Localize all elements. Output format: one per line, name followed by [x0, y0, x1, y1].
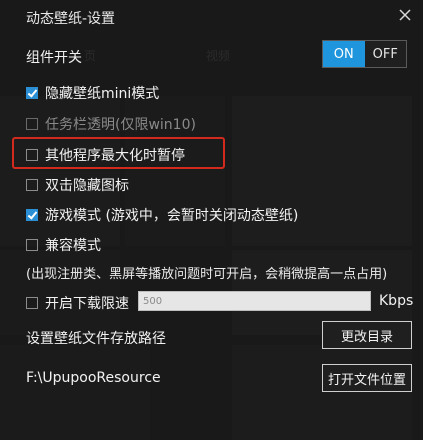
dialog-title: 动态壁纸-设置	[26, 11, 116, 27]
option-label: 游戏模式 (游戏中，会暂时关闭动态壁纸)	[45, 208, 299, 224]
storage-path-value: F:\UpupooResource	[26, 370, 161, 386]
toggle-off-button[interactable]: OFF	[364, 41, 406, 67]
option-game-mode[interactable]: 游戏模式 (游戏中，会暂时关闭动态壁纸)	[26, 205, 298, 225]
open-file-location-button[interactable]: 打开文件位置	[322, 364, 412, 392]
option-label: 任务栏透明(仅限win10)	[45, 117, 196, 133]
option-label: 兼容模式	[45, 238, 101, 254]
option-label: 其他程序最大化时暂停	[45, 148, 185, 164]
option-compatibility-mode[interactable]: 兼容模式	[26, 235, 101, 255]
change-directory-button[interactable]: 更改目录	[322, 321, 412, 349]
option-label: 隐藏壁纸mini模式	[45, 86, 160, 102]
toggle-on-button[interactable]: ON	[323, 41, 365, 67]
hide-mini-mode-checkbox[interactable]	[26, 87, 38, 99]
compatibility-note: (出现注册类、黑屏等播放问题时可开启，会稍微提高一点占用)	[26, 267, 388, 282]
pause-on-maximize-checkbox[interactable]	[26, 149, 38, 161]
storage-path-label: 设置壁纸文件存放路径	[26, 331, 166, 347]
download-limit-checkbox[interactable]	[26, 297, 38, 309]
option-hide-mini-mode[interactable]: 隐藏壁纸mini模式	[26, 83, 159, 103]
plugin-switch-toggle[interactable]: ON OFF	[322, 40, 407, 68]
settings-dialog: 视频 页 动态壁纸-设置 组件开关 ON OFF 隐藏壁纸mini模式 任务栏透…	[0, 0, 423, 440]
double-click-hide-icons-checkbox[interactable]	[26, 179, 38, 191]
taskbar-transparent-checkbox[interactable]	[26, 118, 38, 130]
game-mode-checkbox[interactable]	[26, 209, 38, 221]
option-label: 双击隐藏图标	[45, 178, 129, 194]
option-label: 开启下载限速	[45, 296, 129, 312]
speed-unit-label: Kbps	[379, 293, 414, 309]
compatibility-mode-checkbox[interactable]	[26, 239, 38, 251]
option-pause-on-maximize[interactable]: 其他程序最大化时暂停	[26, 145, 185, 165]
plugin-switch-label: 组件开关	[26, 50, 82, 66]
option-download-limit[interactable]: 开启下载限速	[26, 293, 129, 313]
close-icon[interactable]	[398, 8, 412, 22]
option-taskbar-transparent[interactable]: 任务栏透明(仅限win10)	[26, 114, 196, 134]
download-speed-input[interactable]	[138, 291, 371, 311]
option-double-click-hide-icons[interactable]: 双击隐藏图标	[26, 175, 129, 195]
